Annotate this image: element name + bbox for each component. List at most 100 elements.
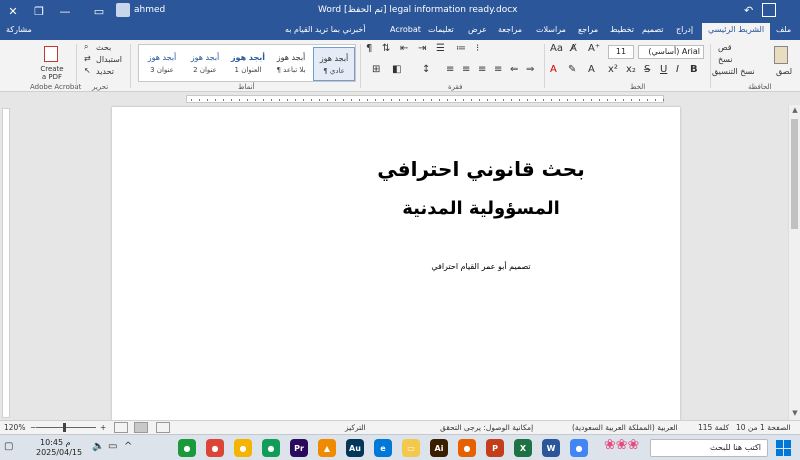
print-layout-icon[interactable] [134, 422, 148, 433]
subscript-icon[interactable]: x₂ [626, 64, 636, 75]
replace-icon[interactable]: ⇄ [84, 54, 91, 63]
notification-icon[interactable]: ▢ [4, 441, 13, 452]
style-heading-1[interactable]: أبجد هوز العنوان 1 [227, 47, 269, 81]
document-page[interactable]: بحث قانوني احترافي المسؤولية المدنية تصم… [112, 107, 680, 420]
tab-help[interactable]: تعليمات [428, 25, 454, 34]
taskbar-app-chrome2-icon[interactable]: ● [206, 439, 224, 457]
borders-icon[interactable]: ⊞ [372, 64, 380, 75]
superscript-icon[interactable]: x² [608, 64, 618, 75]
tab-layout[interactable]: تخطيط [610, 25, 634, 34]
scroll-up-icon[interactable]: ▲ [790, 106, 800, 116]
underline-icon[interactable]: U [660, 64, 667, 75]
taskbar-app-firefox-icon[interactable]: ● [458, 439, 476, 457]
language-status[interactable]: العربية (المملكة العربية السعودية) [572, 423, 678, 432]
document-title-line-1[interactable]: بحث قانوني احترافي [112, 157, 680, 181]
grow-font-icon[interactable]: A⁺ [588, 43, 600, 54]
document-title-line-2[interactable]: المسؤولية المدنية [112, 198, 680, 219]
ribbon-display-options-icon[interactable]: ▭ [86, 0, 112, 22]
style-normal[interactable]: أبجد هوز ¶ عادي [313, 47, 355, 81]
vertical-scrollbar[interactable]: ▲ ▼ [788, 105, 800, 420]
select-icon[interactable]: ↖ [84, 66, 91, 75]
user-name[interactable]: ahmed [134, 5, 165, 15]
rtl-direction-icon[interactable]: ⇐ [510, 64, 518, 75]
read-mode-icon[interactable] [156, 422, 170, 433]
style-heading-3[interactable]: أبجد هوز عنوان 3 [141, 47, 183, 81]
align-left-icon[interactable]: ≡ [462, 64, 470, 75]
network-icon[interactable]: ▭ [108, 441, 117, 452]
font-color-icon[interactable]: A [550, 64, 557, 75]
increase-indent-icon[interactable]: ⇥ [418, 43, 426, 54]
shading-icon[interactable]: ◧ [392, 64, 401, 75]
style-no-spacing[interactable]: أبجد هوز ¶ بلا تباعد [270, 47, 312, 81]
copy-button[interactable]: نسخ [718, 55, 733, 64]
taskbar-app-vlc-icon[interactable]: ▲ [318, 439, 336, 457]
tab-mailings[interactable]: مراسلات [536, 25, 566, 34]
taskbar-app-edge-icon[interactable]: e [374, 439, 392, 457]
taskbar-app-chrome4-icon[interactable]: ● [262, 439, 280, 457]
italic-icon[interactable]: I [676, 64, 679, 75]
bold-icon[interactable]: B [690, 64, 698, 75]
clear-formatting-icon[interactable]: A̸ [570, 43, 577, 54]
font-size-field[interactable]: 11 [608, 45, 634, 59]
scrollbar-thumb[interactable] [791, 119, 798, 229]
highlight-icon[interactable]: ✎ [568, 64, 576, 75]
align-right-icon[interactable]: ≡ [494, 64, 502, 75]
tab-file[interactable]: ملف [776, 25, 791, 34]
vertical-ruler[interactable] [2, 108, 10, 418]
minimize-window-button[interactable]: — [52, 0, 78, 22]
accessibility-status[interactable]: إمكانية الوصول: يرجى التحقق [440, 423, 533, 432]
taskbar-app-word-icon[interactable]: W [542, 439, 560, 457]
decrease-indent-icon[interactable]: ⇤ [400, 43, 408, 54]
select-button[interactable]: تحديد [96, 67, 114, 76]
sort-icon[interactable]: ⇅ [382, 43, 390, 54]
undo-icon[interactable]: ↶ [744, 4, 753, 17]
tab-view[interactable]: عرض [468, 25, 487, 34]
scroll-down-icon[interactable]: ▼ [790, 409, 800, 419]
avatar[interactable] [116, 3, 130, 17]
paste-button[interactable]: لصق [776, 67, 792, 76]
taskbar-app-illustrator-icon[interactable]: Ai [430, 439, 448, 457]
close-window-button[interactable]: ✕ [0, 0, 26, 22]
focus-mode-button[interactable]: التركيز [345, 423, 366, 432]
text-effects-2-icon[interactable]: A [588, 64, 595, 75]
cut-button[interactable]: قص [718, 43, 732, 52]
replace-button[interactable]: استبدال [96, 55, 122, 64]
tell-me-search[interactable]: أخبرني بما تريد القيام به [285, 25, 365, 34]
taskbar-app-powerpoint-icon[interactable]: P [486, 439, 504, 457]
restore-window-button[interactable]: ❐ [26, 0, 52, 22]
horizontal-ruler[interactable] [0, 93, 800, 105]
line-spacing-icon[interactable]: ↕ [422, 64, 430, 75]
clock-time[interactable]: 10:45 م [40, 438, 71, 447]
tab-design[interactable]: تصميم [642, 25, 664, 34]
strikethrough-icon[interactable]: S̶ [644, 64, 650, 75]
volume-icon[interactable]: 🔈 [92, 441, 104, 452]
taskbar-app-chrome-icon[interactable]: ● [178, 439, 196, 457]
tab-references[interactable]: مراجع [578, 25, 598, 34]
tab-home[interactable]: الشريط الرئيسي [702, 23, 771, 40]
font-name-field[interactable]: Arial (أساسي) [638, 45, 704, 59]
numbered-list-icon[interactable]: ≔ [456, 43, 466, 54]
word-count[interactable]: 115 كلمة [698, 423, 729, 432]
clock-date[interactable]: 2025/04/15 [36, 448, 82, 457]
taskbar-app-explorer-icon[interactable]: ▭ [402, 439, 420, 457]
taskbar-app-chrome5-icon[interactable]: ● [570, 439, 588, 457]
save-icon[interactable] [762, 3, 776, 17]
style-heading-2[interactable]: أبجد هوز عنوان 2 [184, 47, 226, 81]
align-center-icon[interactable]: ≡ [478, 64, 486, 75]
web-layout-icon[interactable] [114, 422, 128, 433]
find-icon[interactable]: ⌕ [84, 42, 88, 52]
bullet-list-icon[interactable]: ⁝ [476, 43, 479, 54]
ltr-direction-icon[interactable]: ⇒ [526, 64, 534, 75]
zoom-level[interactable]: 120% [4, 423, 25, 432]
tray-expand-icon[interactable]: ^ [124, 441, 132, 452]
page-count[interactable]: الصفحة 1 من 10 [736, 423, 791, 432]
text-effects-icon[interactable]: Aa [550, 43, 563, 54]
find-button[interactable]: بحث [96, 43, 111, 52]
taskbar-app-excel-icon[interactable]: X [514, 439, 532, 457]
taskbar-app-chrome3-icon[interactable]: ● [234, 439, 252, 457]
zoom-slider[interactable] [36, 427, 96, 428]
share-button[interactable]: مشاركة [6, 25, 32, 34]
tab-acrobat[interactable]: Acrobat [390, 25, 421, 34]
search-input[interactable]: اكتب هنا للبحث [650, 439, 768, 457]
zoom-slider-thumb[interactable] [63, 423, 66, 432]
